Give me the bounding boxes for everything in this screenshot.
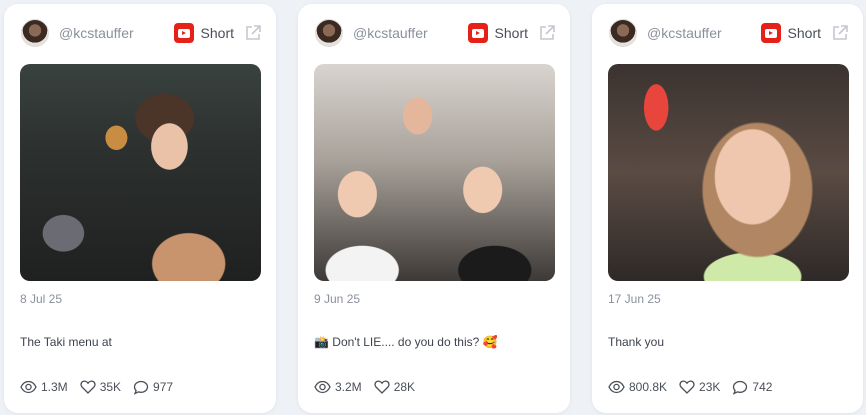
post-type-label: Short xyxy=(200,25,234,41)
post-date: 17 Jun 25 xyxy=(608,292,661,306)
post-type-label: Short xyxy=(494,25,528,41)
post-card[interactable]: @kcstauffer Short 17 Jun 25 Thank you 80… xyxy=(592,4,863,413)
views-stat: 1.3M xyxy=(20,380,68,394)
video-thumbnail[interactable] xyxy=(314,64,555,281)
views-count: 3.2M xyxy=(335,380,362,394)
youtube-icon xyxy=(760,23,781,43)
external-link-icon[interactable] xyxy=(538,24,556,42)
views-stat: 3.2M xyxy=(314,380,362,394)
likes-count: 23K xyxy=(699,380,721,394)
heart-icon xyxy=(80,380,96,394)
likes-count: 35K xyxy=(99,380,122,394)
likes-stat: 35K xyxy=(80,380,121,394)
post-caption: 📸 Don't LIE.... do you do this? 🥰 xyxy=(314,335,498,349)
post-date: 9 Jun 25 xyxy=(314,292,361,306)
views-count: 800.8K xyxy=(629,380,668,394)
eye-icon xyxy=(314,380,331,394)
post-type-label: Short xyxy=(787,25,821,41)
heart-icon xyxy=(679,380,695,394)
card-header: @kcstauffer Short xyxy=(609,18,849,48)
youtube-icon xyxy=(467,23,488,43)
avatar[interactable] xyxy=(21,19,49,47)
comments-stat: 742 xyxy=(732,380,772,395)
external-link-icon[interactable] xyxy=(831,24,849,42)
creator-handle[interactable]: @kcstauffer xyxy=(59,25,134,41)
creator-handle[interactable]: @kcstauffer xyxy=(647,25,722,41)
post-card[interactable]: @kcstauffer Short 9 Jun 25 📸 Don't LIE..… xyxy=(298,4,570,413)
card-header: @kcstauffer Short xyxy=(21,18,262,48)
youtube-icon xyxy=(173,23,194,43)
video-thumbnail[interactable] xyxy=(608,64,849,281)
comment-icon xyxy=(133,380,149,395)
post-caption: The Taki menu at xyxy=(20,335,112,349)
avatar[interactable] xyxy=(315,19,343,47)
comments-stat: 977 xyxy=(133,380,173,395)
likes-stat: 23K xyxy=(679,380,720,394)
avatar[interactable] xyxy=(609,19,637,47)
post-stats: 1.3M 35K 977 xyxy=(20,378,262,396)
external-link-icon[interactable] xyxy=(244,24,262,42)
post-caption: Thank you xyxy=(608,335,665,349)
post-stats: 3.2M 28K xyxy=(314,378,556,396)
views-count: 1.3M xyxy=(41,380,68,394)
views-stat: 800.8K xyxy=(608,380,667,394)
heart-icon xyxy=(374,380,390,394)
likes-count: 28K xyxy=(393,380,416,394)
comment-icon xyxy=(733,380,748,395)
comments-count: 977 xyxy=(153,380,174,394)
eye-icon xyxy=(20,380,37,394)
card-header: @kcstauffer Short xyxy=(315,18,556,48)
eye-icon xyxy=(608,380,625,394)
post-stats: 800.8K 23K 742 xyxy=(608,378,849,396)
post-card[interactable]: @kcstauffer Short 8 Jul 25 The Taki menu… xyxy=(4,4,276,413)
likes-stat: 28K xyxy=(374,380,415,394)
video-thumbnail[interactable] xyxy=(20,64,261,281)
post-date: 8 Jul 25 xyxy=(20,292,63,306)
creator-handle[interactable]: @kcstauffer xyxy=(353,25,428,41)
comments-count: 742 xyxy=(752,380,773,394)
